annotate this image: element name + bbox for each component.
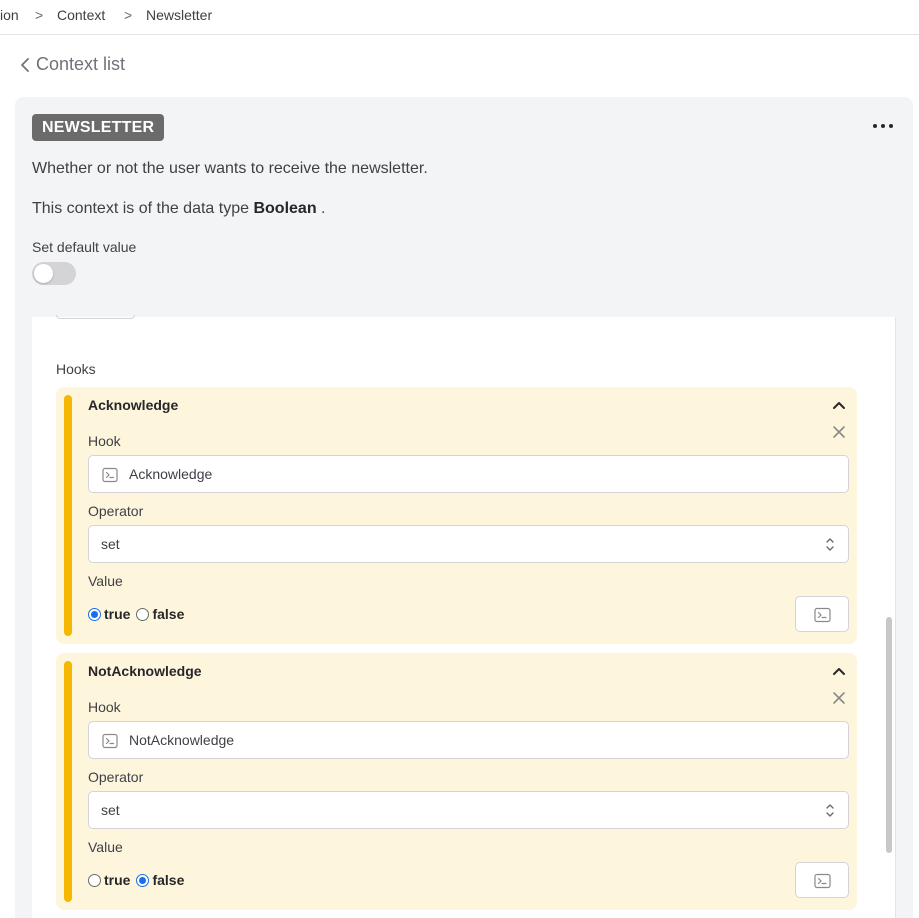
radio-true[interactable] [88, 873, 101, 887]
hook-name-value: Acknowledge [129, 466, 213, 482]
hook-card-acknowledge: Acknowledge Hook Acknowledge Operator se… [56, 387, 857, 644]
hook-field-label: Hook [88, 433, 121, 449]
chevron-right-icon: > [35, 7, 44, 23]
radio-false-label[interactable]: false [152, 606, 184, 622]
operator-label: Operator [88, 769, 144, 785]
close-icon[interactable] [832, 691, 846, 705]
terminal-icon [102, 733, 118, 749]
terminal-icon [102, 467, 118, 483]
radio-true-label[interactable]: true [104, 606, 130, 622]
value-editor-button[interactable] [795, 862, 849, 898]
back-link-label: Context list [36, 54, 126, 74]
operator-value: set [101, 802, 120, 818]
operator-value: set [101, 536, 120, 552]
chevron-right-icon: > [124, 7, 133, 23]
chevron-left-icon [21, 57, 29, 72]
hook-accent-bar [64, 395, 72, 636]
default-value-label: Set default value [32, 239, 137, 255]
default-value-toggle[interactable] [32, 262, 76, 285]
panel-scrollbar[interactable] [886, 617, 892, 853]
datatype-value: Boolean [253, 200, 317, 217]
hook-title: NotAcknowledge [88, 663, 202, 679]
hook-name-input[interactable]: Acknowledge [88, 455, 849, 493]
radio-false[interactable] [136, 607, 150, 621]
hook-field-label: Hook [88, 699, 121, 715]
context-name-badge: NEWSLETTER [32, 114, 165, 141]
hooks-title: Hooks [56, 361, 96, 377]
panel-stub [56, 315, 135, 319]
terminal-icon [814, 873, 831, 889]
datatype-prefix: This context is of the data type [32, 200, 250, 217]
hook-name-value: NotAcknowledge [129, 732, 235, 748]
value-radio-group: true false [88, 606, 190, 622]
hook-card-notacknowledge: NotAcknowledge Hook NotAcknowledge Opera… [56, 653, 857, 910]
radio-false-label[interactable]: false [152, 872, 184, 888]
breadcrumb-item-context[interactable]: Context [57, 7, 105, 23]
chevron-up-icon[interactable] [831, 397, 847, 413]
close-icon[interactable] [832, 425, 846, 439]
more-horizontal-icon [873, 124, 877, 128]
breadcrumb-item-root[interactable]: ion [0, 7, 19, 23]
breadcrumb: ion > Context > Newsletter [0, 0, 919, 35]
value-editor-button[interactable] [795, 596, 849, 632]
radio-true-label[interactable]: true [104, 872, 130, 888]
more-options-button[interactable] [873, 119, 893, 133]
chevron-up-down-icon [826, 538, 834, 551]
hook-name-input[interactable]: NotAcknowledge [88, 721, 849, 759]
hook-title: Acknowledge [88, 397, 179, 413]
hook-accent-bar [64, 661, 72, 902]
context-datatype: This context is of the data type Boolean… [32, 200, 326, 218]
chevron-up-down-icon [826, 804, 834, 817]
value-label: Value [88, 839, 123, 855]
breadcrumb-item-newsletter: Newsletter [146, 7, 213, 23]
operator-select[interactable]: set [88, 525, 849, 563]
radio-true[interactable] [88, 607, 101, 621]
value-label: Value [88, 573, 123, 589]
back-to-context-list-link[interactable]: Context list [20, 54, 125, 75]
toggle-knob [34, 264, 53, 283]
radio-false[interactable] [136, 873, 150, 887]
datatype-suffix: . [321, 200, 326, 217]
terminal-icon [814, 607, 831, 623]
operator-select[interactable]: set [88, 791, 849, 829]
context-description: Whether or not the user wants to receive… [32, 160, 428, 177]
value-radio-group: true false [88, 872, 190, 888]
chevron-up-icon[interactable] [831, 663, 847, 679]
operator-label: Operator [88, 503, 144, 519]
